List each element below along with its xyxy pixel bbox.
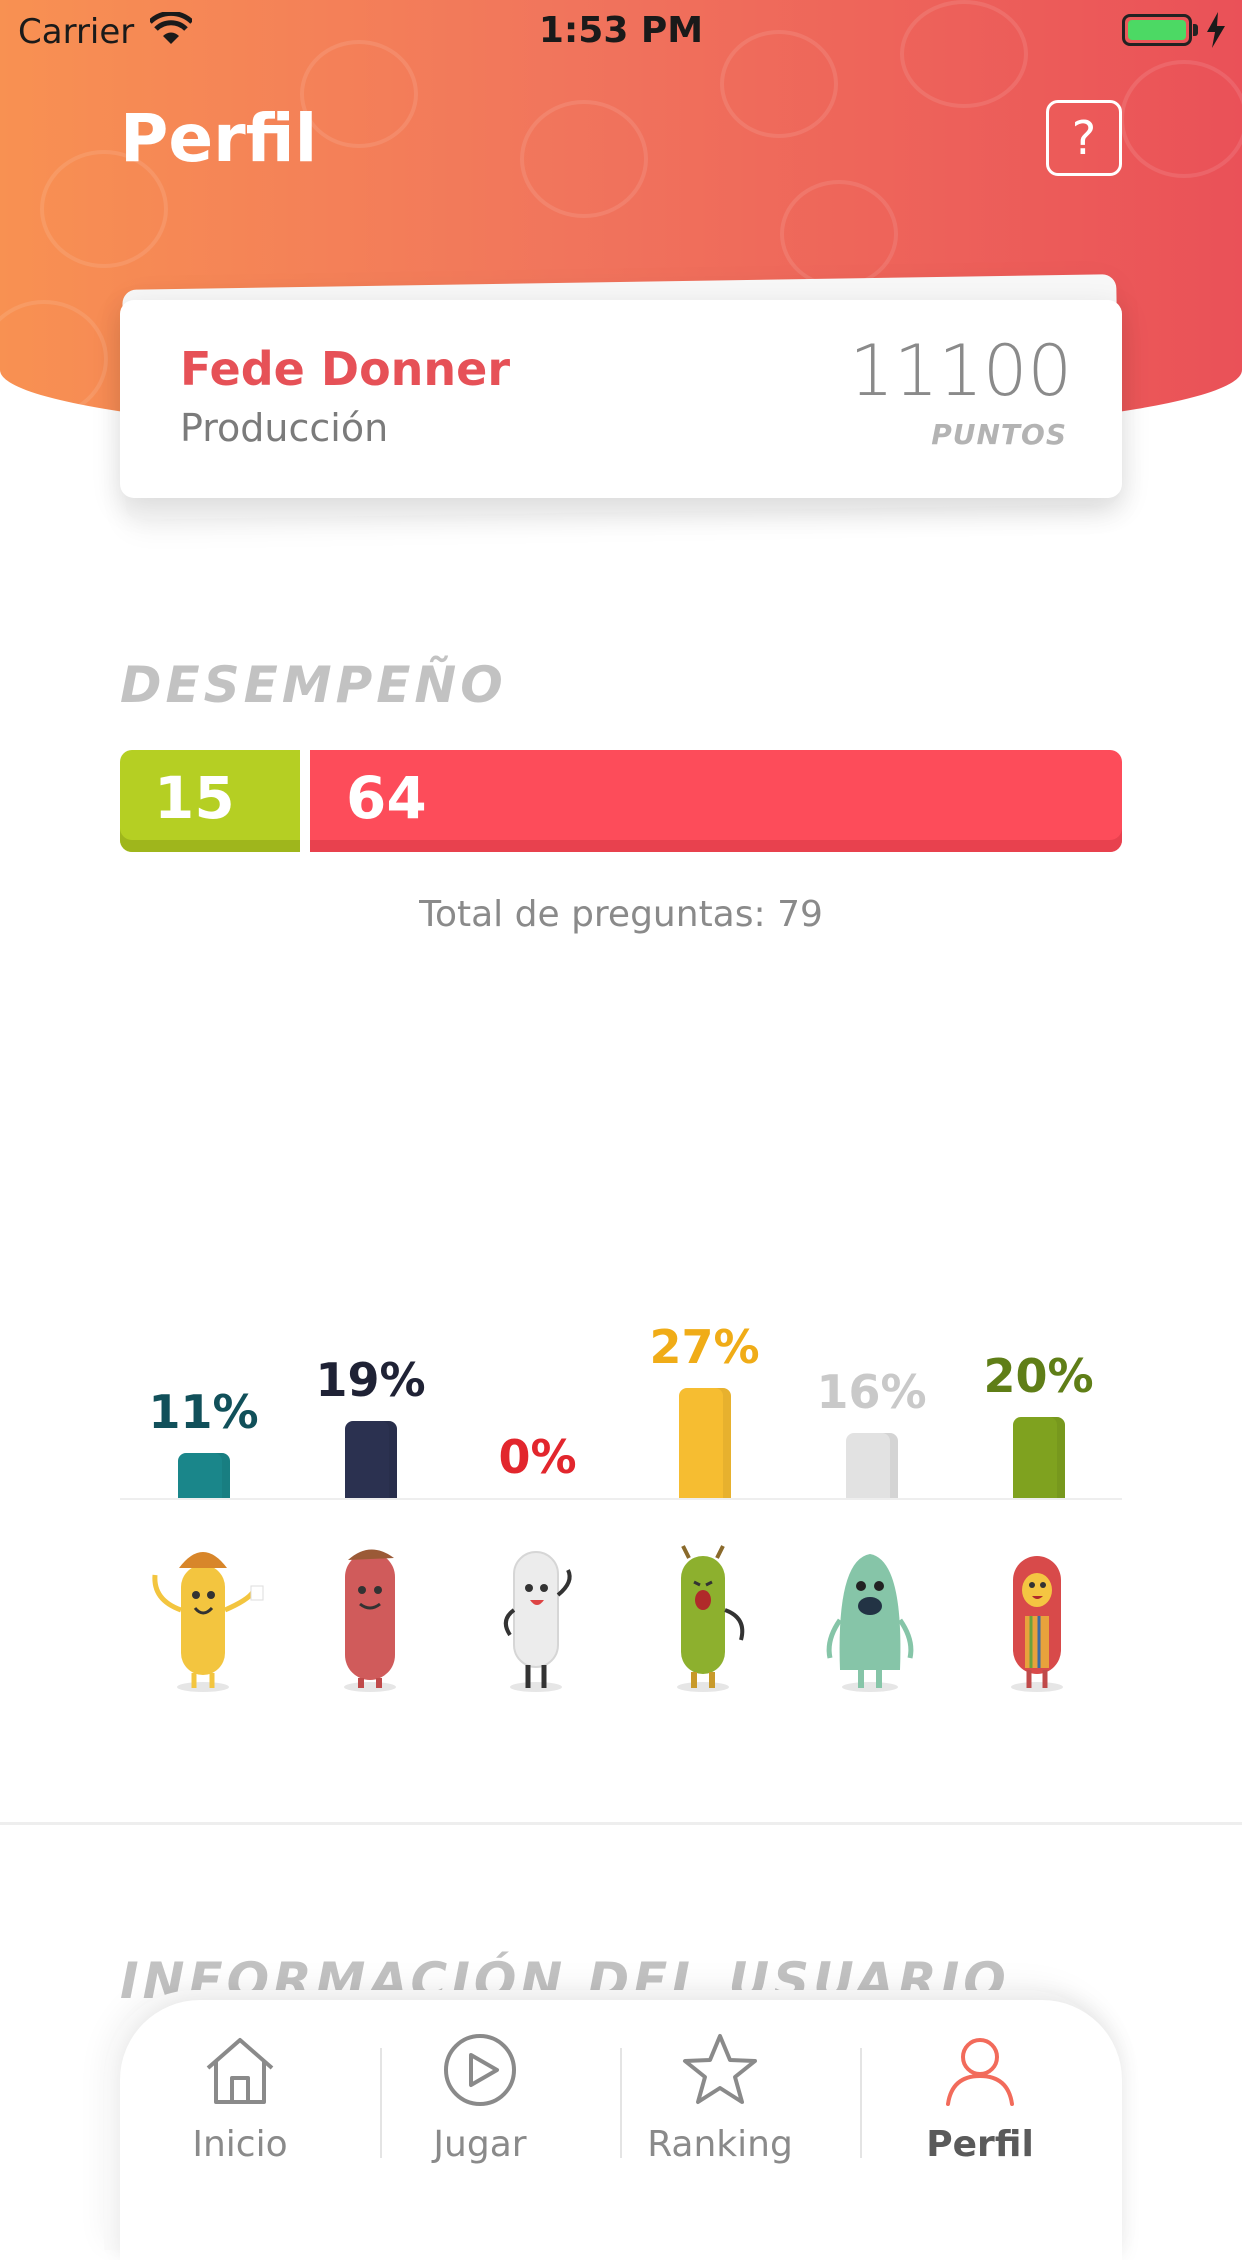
home-icon — [206, 2038, 274, 2104]
chart-value-label: 20% — [983, 1348, 1094, 1403]
red-character-icon — [344, 1549, 396, 1692]
chart-value-label: 0% — [498, 1430, 577, 1484]
battery-tip — [1193, 24, 1198, 36]
status-bar: Carrier 1:53 PM — [0, 0, 1242, 62]
points-value: 11100 — [849, 330, 1072, 412]
total-questions: Total de preguntas: 79 — [419, 894, 823, 935]
play-icon — [444, 2034, 516, 2106]
wrong-segment: 64 — [310, 750, 1122, 852]
performance-title: DESEMPEÑO — [120, 656, 507, 714]
profile-card: Fede Donner Producción 11100 PUNTOS — [120, 300, 1122, 498]
star-icon — [683, 2034, 757, 2104]
tab-inicio[interactable]: Inicio — [120, 2030, 360, 2190]
correct-segment: 15 — [120, 750, 300, 852]
clock: 1:53 PM — [538, 10, 704, 51]
chart-bar-hooded-character — [1012, 1416, 1065, 1498]
chart-baseline — [120, 1498, 1122, 1500]
tab-label: Jugar — [433, 2124, 527, 2165]
bubble-pattern — [0, 300, 108, 418]
chart-value-label: 16% — [816, 1364, 927, 1419]
user-department: Producción — [180, 406, 389, 450]
chart-value-label: 27% — [649, 1320, 760, 1374]
tab-label: Ranking — [647, 2124, 793, 2165]
user-name: Fede Donner — [180, 342, 511, 396]
section-divider — [0, 1822, 1242, 1825]
characters-row — [152, 1545, 1063, 1692]
bubble-pattern — [1120, 60, 1242, 178]
teal-character-icon — [826, 1554, 914, 1692]
chart-bar-teal-character — [845, 1432, 898, 1498]
page-title: Perfil — [120, 100, 318, 177]
correct-count: 15 — [154, 764, 235, 832]
tab-ranking[interactable]: Ranking — [600, 2030, 840, 2190]
green-character-icon — [677, 1545, 745, 1692]
wrong-count: 64 — [346, 764, 427, 832]
bubble-pattern — [780, 180, 898, 288]
user-icon — [946, 2038, 1014, 2106]
chart-bar-red-character — [344, 1420, 397, 1498]
tab-label: Inicio — [192, 2124, 288, 2165]
battery-icon — [1122, 14, 1192, 46]
hooded-character-icon — [1011, 1556, 1063, 1692]
white-character-icon — [503, 1551, 572, 1692]
chart-value-label: 19% — [315, 1352, 426, 1407]
chart-value-label: 11% — [148, 1385, 259, 1440]
points-label: PUNTOS — [931, 418, 1067, 451]
chart-bar-green-character — [678, 1388, 731, 1498]
charging-bolt-icon — [1207, 12, 1225, 48]
tab-jugar[interactable]: Jugar — [360, 2030, 600, 2190]
yellow-character-icon — [152, 1552, 264, 1692]
chart-bar-yellow-character — [177, 1453, 230, 1498]
tab-perfil[interactable]: Perfil — [860, 2030, 1100, 2190]
tab-label: Perfil — [926, 2124, 1034, 2165]
tab-bar: Inicio Jugar Ranking Perfil — [120, 2000, 1122, 2260]
bubble-pattern — [520, 100, 648, 218]
help-button[interactable]: ? — [1046, 100, 1122, 176]
performance-bar: 15 64 — [120, 750, 1122, 852]
